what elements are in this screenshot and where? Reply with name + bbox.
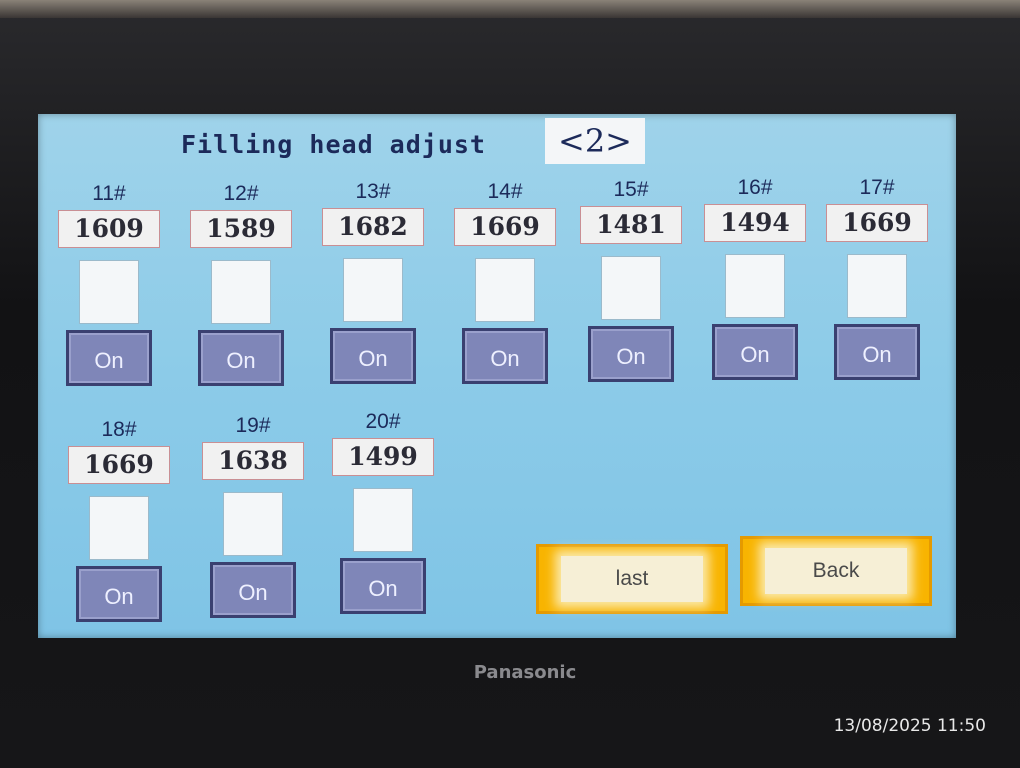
head-on-button[interactable]: On xyxy=(712,324,798,380)
head-on-button[interactable]: On xyxy=(462,328,548,384)
page-title: Filling head adjust xyxy=(181,130,486,159)
head-label: 18# xyxy=(101,418,137,441)
head-label: 14# xyxy=(487,180,523,203)
filling-head-19: 19# 1638 On xyxy=(198,414,308,618)
head-value-field[interactable]: 1494 xyxy=(704,204,806,242)
head-label: 12# xyxy=(223,182,259,205)
head-on-button[interactable]: On xyxy=(66,330,152,386)
head-label: 17# xyxy=(859,176,895,199)
head-label: 13# xyxy=(355,180,391,203)
head-status-indicator xyxy=(725,254,785,318)
head-on-button[interactable]: On xyxy=(210,562,296,618)
head-status-indicator xyxy=(475,258,535,322)
head-on-button[interactable]: On xyxy=(834,324,920,380)
filling-head-11: 11# 1609 On xyxy=(54,182,164,386)
head-value-field[interactable]: 1638 xyxy=(202,442,304,480)
back-button[interactable]: Back xyxy=(740,536,932,606)
filling-head-16: 16# 1494 On xyxy=(700,176,810,380)
bezel-top-edge xyxy=(0,0,1020,18)
head-on-button[interactable]: On xyxy=(76,566,162,622)
page-indicator: <2> xyxy=(545,118,645,164)
head-value-field[interactable]: 1669 xyxy=(454,208,556,246)
back-button-label: Back xyxy=(765,548,907,594)
head-label: 19# xyxy=(235,414,271,437)
filling-head-17: 17# 1669 On xyxy=(822,176,932,380)
filling-head-15: 15# 1481 On xyxy=(576,178,686,382)
head-label: 20# xyxy=(365,410,401,433)
head-value-field[interactable]: 1499 xyxy=(332,438,434,476)
head-status-indicator xyxy=(211,260,271,324)
head-status-indicator xyxy=(353,488,413,552)
head-on-button[interactable]: On xyxy=(588,326,674,382)
head-value-field[interactable]: 1481 xyxy=(580,206,682,244)
filling-head-18: 18# 1669 On xyxy=(64,418,174,622)
head-status-indicator xyxy=(79,260,139,324)
head-status-indicator xyxy=(223,492,283,556)
hmi-screen: Filling head adjust <2> 11# 1609 On 12# … xyxy=(38,114,956,638)
head-status-indicator xyxy=(343,258,403,322)
photo-timestamp: 13/08/2025 11:50 xyxy=(833,716,986,736)
head-status-indicator xyxy=(601,256,661,320)
head-status-indicator xyxy=(89,496,149,560)
head-value-field[interactable]: 1682 xyxy=(322,208,424,246)
filling-head-12: 12# 1589 On xyxy=(186,182,296,386)
head-on-button[interactable]: On xyxy=(330,328,416,384)
head-value-field[interactable]: 1609 xyxy=(58,210,160,248)
head-label: 11# xyxy=(92,182,126,205)
head-on-button[interactable]: On xyxy=(340,558,426,614)
filling-head-14: 14# 1669 On xyxy=(450,180,560,384)
head-on-button[interactable]: On xyxy=(198,330,284,386)
last-button[interactable]: last xyxy=(536,544,728,614)
head-value-field[interactable]: 1669 xyxy=(826,204,928,242)
head-label: 15# xyxy=(613,178,649,201)
head-status-indicator xyxy=(847,254,907,318)
filling-head-13: 13# 1682 On xyxy=(318,180,428,384)
last-button-label: last xyxy=(561,556,703,602)
filling-head-20: 20# 1499 On xyxy=(328,410,438,614)
brand-logo: Panasonic xyxy=(473,662,577,683)
head-value-field[interactable]: 1669 xyxy=(68,446,170,484)
head-label: 16# xyxy=(737,176,773,199)
head-value-field[interactable]: 1589 xyxy=(190,210,292,248)
